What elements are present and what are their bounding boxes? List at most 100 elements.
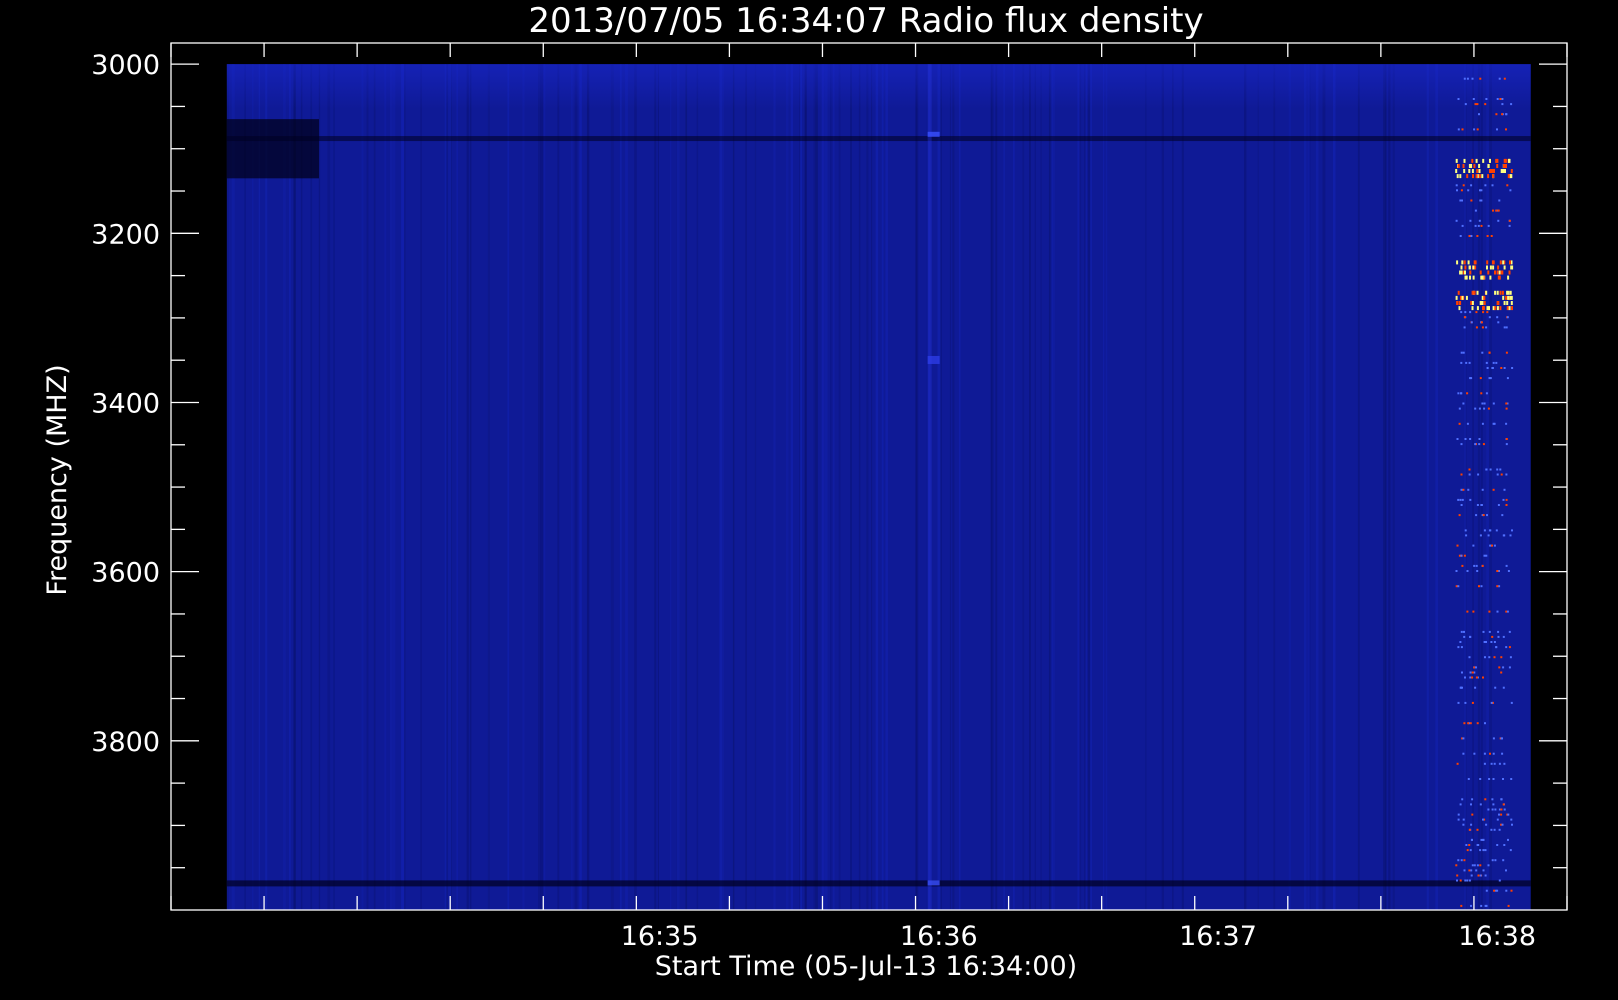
burst-pixel (1492, 488, 1495, 491)
burst-pixel (1499, 468, 1502, 471)
burst-pixel (1468, 361, 1471, 364)
burst-pixel (1464, 265, 1467, 270)
burst-pixel (1501, 823, 1504, 826)
burst-pixel (1471, 290, 1474, 295)
burst-pixel (1505, 498, 1508, 501)
burst-pixel (1469, 275, 1471, 280)
burst-pixel (1494, 808, 1497, 811)
burst-pixel (1459, 174, 1462, 179)
burst-pixel (1510, 889, 1513, 892)
burst-pixel (1505, 889, 1508, 892)
burst-pixel (1494, 270, 1496, 275)
burst-pixel (1470, 235, 1473, 237)
burst-pixel (1460, 443, 1463, 446)
burst-pixel (1497, 635, 1500, 638)
burst-pixel (1481, 326, 1484, 329)
burst-pixel (1468, 169, 1471, 173)
burst-pixel (1465, 275, 1468, 280)
burst-pixel (1488, 610, 1491, 613)
burst-pixel (1500, 808, 1503, 811)
burst-pixel (1511, 367, 1514, 369)
texture-streak (310, 64, 313, 910)
burst-pixel (1505, 869, 1507, 872)
burst-pixel (1503, 77, 1506, 80)
burst-pixel (1468, 235, 1471, 237)
texture-streak (293, 64, 295, 910)
burst-pixel (1464, 438, 1467, 440)
burst-pixel (1485, 889, 1488, 892)
burst-pixel (1456, 438, 1459, 440)
texture-streak (875, 64, 879, 910)
burst-pixel (1505, 113, 1508, 116)
burst-pixel (1481, 301, 1484, 305)
burst-pixel (1486, 311, 1489, 314)
burst-pixel (1502, 666, 1505, 669)
burst-pixel (1509, 656, 1512, 659)
burst-pixel (1478, 443, 1481, 446)
burst-pixel (1496, 316, 1499, 319)
burst-pixel (1495, 113, 1498, 116)
burst-pixel (1497, 219, 1500, 222)
burst-pixel (1455, 295, 1458, 300)
burst-pixel (1470, 301, 1473, 305)
burst-pixel (1506, 610, 1509, 613)
burst-pixel (1471, 838, 1473, 841)
burst-pixel (1510, 701, 1513, 704)
burst-pixel (1457, 128, 1460, 131)
burst-pixel (1510, 301, 1513, 305)
burst-pixel (1508, 646, 1511, 649)
burst-pixel (1489, 158, 1491, 163)
burst-pixel (1496, 128, 1498, 131)
burst-pixel (1476, 306, 1479, 311)
burst-pixel (1488, 656, 1491, 659)
burst-pixel (1508, 219, 1511, 222)
burst-pixel (1463, 77, 1466, 80)
burst-pixel (1475, 564, 1478, 567)
bright-spot-3080 (927, 131, 940, 137)
burst-pixel (1502, 778, 1504, 780)
burst-pixel (1456, 544, 1459, 547)
burst-pixel (1457, 701, 1460, 704)
burst-pixel (1489, 468, 1492, 471)
burst-pixel (1504, 169, 1506, 173)
burst-pixel (1460, 554, 1463, 557)
burst-pixel (1501, 98, 1504, 100)
burst-pixel (1498, 199, 1501, 202)
burst-pixel (1479, 864, 1482, 867)
burst-pixel (1474, 224, 1477, 227)
texture-streak (557, 64, 560, 910)
burst-pixel (1484, 798, 1487, 801)
burst-pixel (1509, 849, 1512, 852)
burst-pixel (1495, 529, 1498, 532)
texture-streak (1013, 64, 1015, 910)
burst-pixel (1474, 103, 1477, 106)
burst-pixel (1471, 864, 1474, 867)
burst-pixel (1484, 874, 1487, 877)
burst-pixel (1471, 676, 1474, 679)
texture-streak (1489, 64, 1492, 910)
burst-pixel (1474, 260, 1477, 265)
burst-pixel (1473, 128, 1476, 131)
burst-pixel (1469, 676, 1472, 679)
burst-pixel (1489, 377, 1492, 380)
burst-pixel (1460, 904, 1463, 907)
burst-pixel (1479, 803, 1482, 806)
texture-streak (858, 64, 861, 910)
burst-pixel (1457, 164, 1460, 168)
burst-pixel (1502, 260, 1505, 265)
burst-pixel (1480, 321, 1483, 324)
burst-pixel (1505, 438, 1508, 440)
burst-pixel (1502, 498, 1505, 501)
burst-pixel (1457, 98, 1460, 100)
texture-streak (1257, 64, 1259, 910)
burst-pixel (1505, 326, 1508, 329)
burst-pixel (1484, 904, 1487, 907)
burst-pixel (1501, 752, 1504, 755)
bright-column (927, 64, 932, 910)
texture-streak (571, 64, 573, 910)
burst-pixel (1500, 656, 1503, 659)
texture-streak (1288, 64, 1291, 910)
burst-pixel (1505, 295, 1508, 300)
burst-pixel (1498, 666, 1501, 669)
burst-pixel (1476, 290, 1479, 295)
